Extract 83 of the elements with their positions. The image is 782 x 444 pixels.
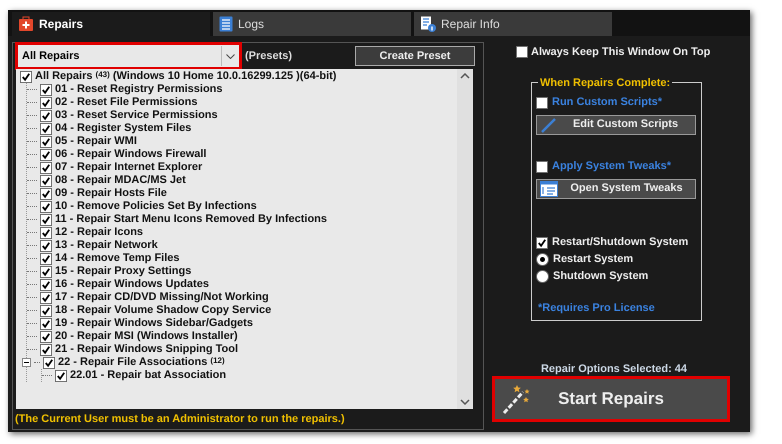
checkbox[interactable] <box>536 160 548 172</box>
repair-item-label[interactable]: 15 - Repair Proxy Settings <box>55 265 192 278</box>
checkbox[interactable] <box>536 236 548 248</box>
action-button[interactable]: Edit Custom Scripts <box>536 114 696 134</box>
repair-item-label[interactable]: 22 - Repair File Associations $^{(12)}$ <box>58 356 225 369</box>
options-selected-count: Repair Options Selected: 44 <box>540 362 688 376</box>
tab[interactable]: Logs <box>213 12 411 36</box>
checkbox[interactable] <box>516 46 528 58</box>
repair-item-label[interactable]: 19 - Repair Windows Sidebar/Gadgets <box>55 317 253 330</box>
checkbox[interactable] <box>40 136 52 148</box>
repair-item-label[interactable]: 01 - Reset Registry Permissions <box>55 83 223 96</box>
repair-item-label[interactable]: 14 - Remove Temp Files <box>55 252 180 265</box>
checkbox[interactable] <box>40 148 52 160</box>
checkbox[interactable] <box>40 162 52 174</box>
repair-item-label[interactable]: 07 - Repair Internet Explorer <box>55 161 202 174</box>
scroll-up-icon[interactable] <box>460 73 470 79</box>
radio-button[interactable] <box>536 252 549 266</box>
info-document-icon <box>420 16 436 32</box>
repair-item-label[interactable]: 02 - Reset File Permissions <box>55 96 198 109</box>
collapse-icon[interactable] <box>22 358 31 367</box>
checkbox[interactable] <box>40 330 52 342</box>
checkbox[interactable] <box>40 344 52 356</box>
chevron-down-icon <box>226 54 235 58</box>
checkbox[interactable] <box>40 266 52 278</box>
repair-item-label[interactable]: 11 - Repair Start Menu Icons Removed By Infections <box>55 213 328 226</box>
checkbox[interactable] <box>40 174 52 186</box>
radio-button[interactable] <box>536 270 549 282</box>
checkbox[interactable] <box>40 318 52 330</box>
checkbox[interactable] <box>40 200 52 212</box>
checkbox[interactable] <box>40 304 52 316</box>
repair-item-label[interactable]: 16 - Repair Windows Updates <box>55 278 209 291</box>
checkbox[interactable] <box>40 214 52 226</box>
checkbox[interactable] <box>40 122 52 134</box>
radio-label[interactable]: Restart System <box>553 250 634 268</box>
repair-item-label[interactable]: 09 - Repair Hosts File <box>55 187 167 200</box>
checkbox[interactable] <box>40 96 52 108</box>
checkbox-label[interactable]: Always Keep This Window On Top <box>531 44 710 60</box>
pencil-icon <box>540 116 556 132</box>
checkbox-label[interactable]: Restart/Shutdown System <box>552 234 688 251</box>
repair-item-label[interactable]: 13 - Repair Network <box>55 239 158 252</box>
repair-item-label[interactable]: 12 - Repair Icons <box>55 226 144 239</box>
preset-dropdown[interactable]: All Repairs <box>18 45 239 67</box>
window-icon <box>540 180 558 196</box>
repair-item-label[interactable]: 20 - Repair MSI (Windows Installer) <box>55 330 238 343</box>
pro-license-note: *Requires Pro License <box>538 301 655 316</box>
admin-note: (The Current User must be an Administrator to run the repairs.) <box>15 412 345 427</box>
tab[interactable]: Repair Info <box>414 12 612 36</box>
repair-item-label[interactable]: 05 - Repair WMI <box>55 135 137 148</box>
checkbox-label[interactable]: Run Custom Scripts* <box>552 94 662 111</box>
list-icon <box>219 16 233 32</box>
checkbox[interactable] <box>43 356 55 368</box>
checkbox[interactable] <box>55 370 67 382</box>
checkbox[interactable] <box>40 292 52 304</box>
repair-item-label[interactable]: 17 - Repair CD/DVD Missing/Not Working <box>55 291 269 304</box>
checkbox[interactable] <box>40 226 52 238</box>
magic-wand-icon <box>501 383 531 415</box>
checkbox[interactable] <box>40 252 52 264</box>
repair-item-label[interactable]: 04 - Register System Files <box>55 122 192 135</box>
scroll-down-icon[interactable] <box>460 399 470 405</box>
start-repairs-button[interactable]: Start Repairs <box>495 379 727 419</box>
checkbox[interactable] <box>20 70 32 82</box>
checkbox[interactable] <box>40 188 52 200</box>
checkbox-label[interactable]: Apply System Tweaks* <box>552 158 672 175</box>
tab[interactable]: Repairs <box>12 12 210 36</box>
create-preset-button[interactable]: Create Preset <box>355 46 475 66</box>
repair-item-label[interactable]: 22.01 - Repair bat Association <box>70 369 226 382</box>
repair-item-label[interactable]: All Repairs $^{(43)}$ (Windows 10 Home 10.0.16299.125 )(64-bit) <box>35 70 336 83</box>
repair-item-label[interactable]: 18 - Repair Volume Shadow Copy Service <box>55 304 272 317</box>
repair-item-label[interactable]: 21 - Repair Windows Snipping Tool <box>55 343 238 356</box>
first-aid-icon <box>18 16 34 32</box>
checkbox[interactable] <box>40 240 52 252</box>
repair-item-label[interactable]: 08 - Repair MDAC/MS Jet <box>55 174 186 187</box>
repair-item-label[interactable]: 06 - Repair Windows Firewall <box>55 148 206 161</box>
checkbox[interactable] <box>536 96 548 108</box>
checkbox[interactable] <box>40 110 52 122</box>
repair-item-label[interactable]: 03 - Reset Service Permissions <box>55 109 218 122</box>
repair-item-label[interactable]: 10 - Remove Policies Set By Infections <box>55 200 257 213</box>
presets-label: (Presets) <box>245 48 294 64</box>
action-button[interactable]: Open System Tweaks <box>536 178 696 198</box>
scrollbar[interactable] <box>457 69 473 409</box>
radio-label[interactable]: Shutdown System <box>553 268 648 284</box>
checkbox[interactable] <box>40 84 52 96</box>
checkbox[interactable] <box>40 278 52 290</box>
